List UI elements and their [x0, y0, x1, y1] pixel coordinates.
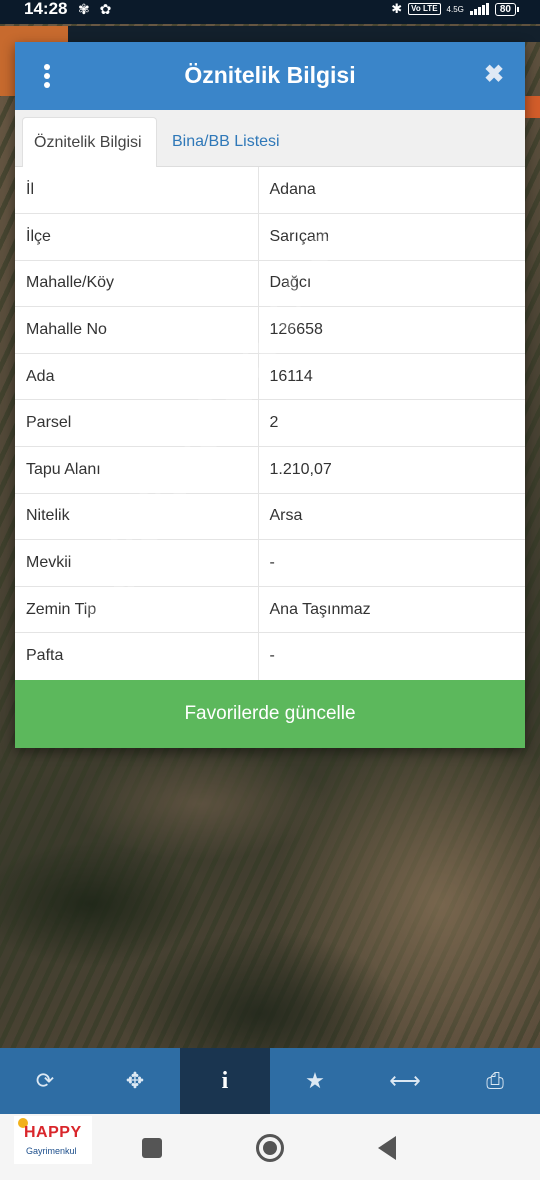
attr-key-mevkii: Mevkii [15, 539, 259, 587]
attr-value-parsel: 2 [258, 399, 525, 448]
status-right-group: ✱ Vo LTE 4.5G 80 [391, 0, 520, 18]
back-icon[interactable] [378, 1136, 396, 1160]
attr-value-nitelik: Arsa [258, 493, 525, 541]
attr-key-zemin-tip: Zemin Tip [15, 586, 259, 634]
happy-gayrimenkul-logo: HAPPY Gayrimenkul [14, 1116, 92, 1164]
table-row: İl Adana [15, 167, 525, 215]
attr-key-il: İl [15, 167, 259, 215]
map-top-bar [0, 26, 540, 42]
map-side-marker [524, 96, 540, 118]
favorites-button[interactable]: ★ [270, 1048, 360, 1114]
attr-key-mahalle-no: Mahalle No [15, 306, 259, 354]
logo-name: HAPPY [24, 1124, 82, 1141]
attr-value-mahalle: Dağcı [258, 260, 525, 308]
table-row: Ada 16114 [15, 353, 525, 401]
attr-key-nitelik: Nitelik [15, 493, 259, 541]
star-icon: ★ [305, 1068, 325, 1093]
attribute-table: İl Adana İlçe Sarıçam Mahalle/Köy Dağcı Mah… [15, 167, 525, 680]
info-icon: i [221, 1067, 229, 1094]
recent-apps-icon[interactable] [142, 1138, 162, 1158]
volte-badge: Vo LTE [408, 3, 441, 15]
attribute-dialog: Öznitelik Bilgisi ✖ Öznitelik Bilgisi Bi… [15, 42, 525, 748]
info-button[interactable]: i [180, 1048, 270, 1114]
attr-value-pafta: - [269, 647, 275, 665]
attr-key-ilce: İlçe [15, 213, 259, 261]
refresh-button[interactable]: ⟳ [0, 1048, 90, 1114]
attr-key-pafta: Pafta [15, 632, 259, 680]
logo-subtitle: Gayrimenkul [26, 1146, 77, 1156]
tab-attribute-info[interactable]: Öznitelik Bilgisi [22, 117, 157, 167]
attr-value-ada: 16114 [258, 353, 525, 401]
table-row: İlçe Sarıçam [15, 213, 525, 261]
attr-value-tapu-alani: 1.210,07 [258, 446, 525, 494]
network-type: 4.5G [446, 4, 464, 14]
status-bar: 14:28 ✾ ✿ ✱ Vo LTE 4.5G 80 [0, 0, 540, 24]
table-row: Zemin Tip Ana Taşınmaz [15, 586, 525, 634]
dialog-tabs: Öznitelik Bilgisi Bina/BB Listesi [15, 110, 525, 167]
dialog-title: Öznitelik Bilgisi [184, 62, 356, 88]
table-row: Pafta - [15, 632, 525, 680]
close-icon[interactable]: ✖ [479, 61, 509, 91]
attr-value-mahalle-no: 126658 [258, 306, 525, 354]
attr-value-ilce: Sarıçam [258, 213, 525, 261]
attr-value-mevkii: - [258, 539, 525, 587]
measure-button[interactable]: ⟷ [360, 1048, 450, 1114]
notification-icons: ✾ ✿ [78, 1, 115, 17]
table-row: Mevkii - [15, 539, 525, 587]
table-row: Tapu Alanı 1.210,07 [15, 446, 525, 494]
measure-icon: ⟷ [389, 1068, 421, 1093]
refresh-icon: ⟳ [35, 1068, 55, 1093]
attr-key-parsel: Parsel [15, 399, 259, 448]
print-icon: ⎙ [486, 1068, 504, 1093]
table-row: Parsel 2 [15, 399, 525, 448]
table-row: Mahalle/Köy Dağcı [15, 260, 525, 308]
battery-icon: 80 [494, 2, 520, 16]
attr-key-mahalle: Mahalle/Köy [15, 260, 259, 308]
dialog-header: Öznitelik Bilgisi ✖ [15, 42, 525, 110]
locate-icon: ✥ [125, 1068, 145, 1093]
update-favorites-button[interactable]: Favorilerde güncelle [15, 679, 525, 748]
home-icon[interactable] [256, 1134, 284, 1162]
table-row: Mahalle No 126658 [15, 306, 525, 354]
print-button[interactable]: ⎙ [450, 1048, 540, 1114]
bottom-toolbar: ⟳ ✥ i ★ ⟷ ⎙ [0, 1048, 540, 1114]
attr-key-ada: Ada [15, 353, 259, 401]
signal-icon [469, 3, 489, 15]
table-row: Nitelik Arsa [15, 493, 525, 541]
status-time: 14:28 [24, 0, 68, 18]
tab-building-list[interactable]: Bina/BB Listesi [161, 117, 291, 167]
attr-key-tapu-alani: Tapu Alanı [15, 446, 259, 494]
attr-value-zemin-tip: Ana Taşınmaz [258, 586, 525, 634]
locate-button[interactable]: ✥ [90, 1048, 180, 1114]
attr-value-il: Adana [258, 167, 525, 215]
bluetooth-icon: ✱ [391, 1, 403, 16]
